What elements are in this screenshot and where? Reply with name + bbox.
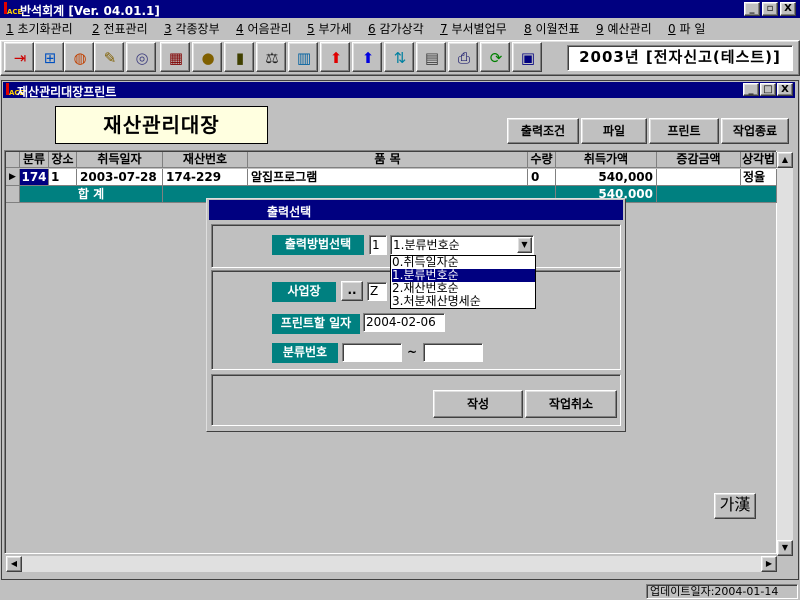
row-indicator-arrow-icon: ▶ [6, 169, 20, 186]
exit-icon[interactable]: ⇥ [4, 42, 34, 72]
menu-item-bills[interactable]: 4 어음관리 [236, 20, 292, 37]
update-date: 업데이트일자:2004-01-14 [646, 584, 798, 599]
arrow-up-blue-icon[interactable]: ⬆ [352, 42, 382, 72]
col-header-acq-amount: 취득가액 [556, 152, 657, 168]
menu-item-carryover[interactable]: 8 이월전표 [524, 20, 580, 37]
file-button[interactable]: 파일 [581, 118, 647, 144]
page-title: 재산관리대장 [55, 106, 268, 144]
company-display: 2003년 [전자신고(테스트)] [567, 45, 793, 71]
printer-icon[interactable]: ⎙ [448, 42, 478, 72]
dropdown-arrow-icon[interactable]: ▼ [517, 237, 532, 253]
total-rest [657, 186, 777, 203]
coin-icon[interactable]: ● [192, 42, 222, 72]
scroll-down-icon[interactable]: ▼ [777, 540, 793, 556]
child-title: 재산관리대장프린트 [17, 85, 117, 99]
app-title-bar: ACE 반석회계 [Ver. 04.01.1] _ ▫ X [0, 0, 800, 18]
menu-item-init[interactable]: 1 초기화관리 [6, 20, 73, 37]
print-button[interactable]: 프린트 [649, 118, 719, 144]
grid-icon[interactable]: ▥ [288, 42, 318, 72]
book-icon[interactable]: ▮ [224, 42, 254, 72]
table-cell-change-amount[interactable] [657, 169, 741, 186]
col-header-acq-date: 취득일자 [77, 152, 163, 168]
refresh-icon[interactable]: ⟳ [480, 42, 510, 72]
method-code-field[interactable]: 1 [369, 235, 387, 255]
scroll-left-icon[interactable]: ◀ [6, 556, 22, 572]
class-from-field[interactable] [342, 343, 402, 362]
option-disposal[interactable]: 3.처분재산명세순 [392, 295, 535, 308]
col-header-asset-no: 재산번호 [163, 152, 248, 168]
globe-icon[interactable]: ◍ [64, 42, 94, 72]
table-cell-qty[interactable]: 0 [528, 169, 556, 186]
output-condition-button[interactable]: 출력조건 [507, 118, 579, 144]
option-asset-no[interactable]: 2.재산번호순 [392, 282, 535, 295]
site-label: 사업장 [272, 282, 336, 302]
arrow-up-red-icon[interactable]: ⬆ [320, 42, 350, 72]
child-minimize-button[interactable]: _ [743, 83, 759, 96]
app-logo-icon: ACE [2, 2, 22, 16]
menu-bar: 1 초기화관리 2 전표관리 3 각종장부 4 어음관리 5 부가세 6 감가상… [0, 18, 800, 38]
print-date-field[interactable]: 2004-02-06 [363, 313, 445, 332]
cancel-button[interactable]: 작업취소 [525, 390, 617, 418]
calculator-icon[interactable]: ▦ [160, 42, 190, 72]
table-cell-class[interactable]: 174 [20, 169, 49, 186]
menu-item-budget[interactable]: 9 예산관리 [596, 20, 652, 37]
method-label: 출력방법선택 [272, 235, 364, 255]
table-cell-acq-date[interactable]: 2003-07-28 [77, 169, 163, 186]
site-code-field[interactable]: Z [367, 282, 387, 301]
close-button[interactable]: X [780, 2, 796, 16]
class-no-label: 분류번호 [272, 343, 338, 363]
dialog-title-bar: 출력선택 [209, 200, 623, 220]
col-header-qty: 수량 [528, 152, 556, 168]
col-header-item: 품 목 [248, 152, 528, 168]
end-work-button[interactable]: 작업종료 [721, 118, 789, 144]
option-acq-date[interactable]: 0.취득일자순 [392, 256, 535, 269]
scale-icon[interactable]: ⚖ [256, 42, 286, 72]
print-date-label: 프린트할 일자 [272, 314, 360, 334]
minimize-button[interactable]: _ [744, 2, 760, 16]
table-cell-asset-no[interactable]: 174-229 [163, 169, 248, 186]
tree-icon[interactable]: ⊞ [34, 42, 64, 72]
status-bar: 업데이트일자:2004-01-14 [0, 582, 800, 600]
sort-icon[interactable]: ⇅ [384, 42, 414, 72]
pencil-icon[interactable]: ✎ [94, 42, 124, 72]
row-indicator-header [6, 152, 20, 168]
col-header-depr-method: 상각법 [741, 152, 777, 168]
dialog-title: 출력선택 [267, 205, 312, 219]
scroll-right-icon[interactable]: ▶ [761, 556, 777, 572]
table-cell-depr-method[interactable]: 정율 [741, 169, 777, 186]
site-lookup-button[interactable]: .. [341, 281, 363, 301]
horizontal-scrollbar[interactable] [6, 556, 777, 572]
menu-item-ledgers[interactable]: 3 각종장부 [164, 20, 220, 37]
col-header-class: 분류 [20, 152, 49, 168]
create-button[interactable]: 작성 [433, 390, 523, 418]
restore-button[interactable]: ▫ [762, 2, 778, 16]
menu-item-depreciation[interactable]: 6 감가상각 [368, 20, 424, 37]
table-cell-location[interactable]: 1 [49, 169, 77, 186]
option-class-no[interactable]: 1.분류번호순 [392, 269, 535, 282]
total-label: 합 계 [20, 186, 163, 203]
ime-toggle-button[interactable]: 가漢 [714, 493, 756, 519]
menu-item-department[interactable]: 7 부서별업무 [440, 20, 507, 37]
app-title: 반석회계 [Ver. 04.01.1] [20, 4, 160, 18]
child-maximize-button[interactable]: □ [760, 83, 776, 96]
menu-item-file[interactable]: 0 파 일 [668, 20, 705, 37]
menu-item-voucher[interactable]: 2 전표관리 [92, 20, 148, 37]
menu-item-vat[interactable]: 5 부가세 [307, 20, 352, 37]
method-select[interactable]: 1.분류번호순 [390, 235, 534, 255]
vertical-scrollbar[interactable] [777, 152, 793, 556]
scroll-up-icon[interactable]: ▲ [777, 152, 793, 168]
col-header-location: 장소 [49, 152, 77, 168]
child-close-button[interactable]: X [777, 83, 793, 96]
child-title-bar: ACE 재산관리대장프린트 _ □ X [3, 82, 795, 99]
method-options-list[interactable]: 0.취득일자순 1.분류번호순 2.재산번호순 3.처분재산명세순 [390, 255, 536, 309]
table-cell-acq-amount[interactable]: 540,000 [556, 169, 657, 186]
window-icon[interactable]: ▣ [512, 42, 542, 72]
table-cell-item[interactable]: 알집프로그램 [248, 169, 528, 186]
disc-icon[interactable]: ◎ [126, 42, 156, 72]
spreadsheet-icon[interactable]: ▤ [416, 42, 446, 72]
range-tilde: ~ [407, 345, 418, 359]
total-row-indicator [6, 186, 20, 203]
col-header-change-amount: 증감금액 [657, 152, 741, 168]
class-to-field[interactable] [423, 343, 483, 362]
